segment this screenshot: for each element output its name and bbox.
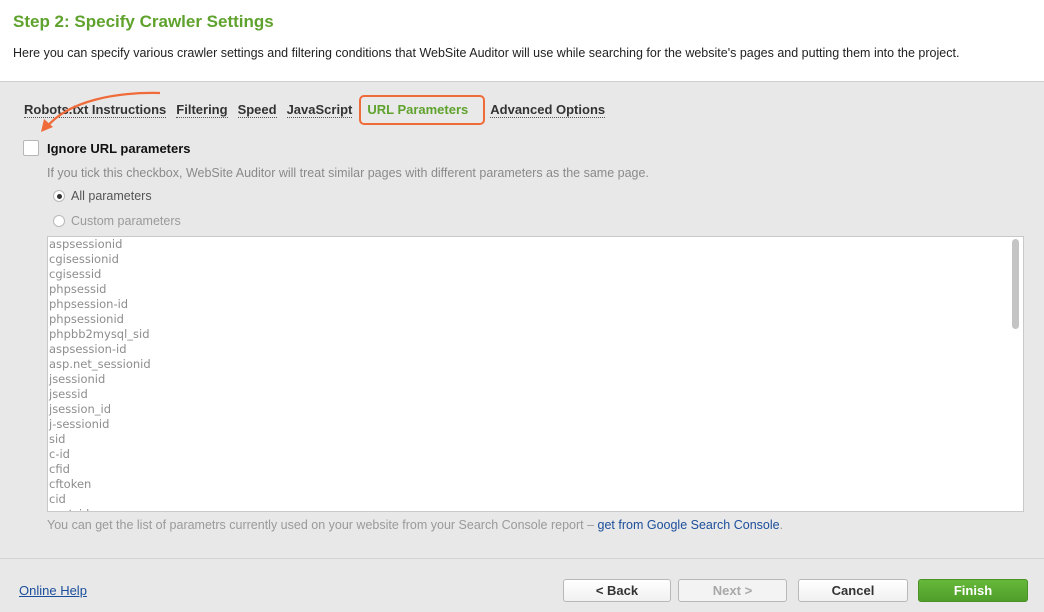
list-item: jsession_id (49, 402, 112, 416)
next-button[interactable]: Next > (678, 579, 787, 602)
google-search-console-link[interactable]: get from Google Search Console (598, 518, 780, 532)
list-item: cfid (49, 462, 70, 476)
radio-dot-icon[interactable] (53, 190, 65, 202)
list-item: phpsessid (49, 282, 107, 296)
scrollbar[interactable] (1009, 237, 1023, 511)
ignore-url-parameters-checkbox[interactable] (23, 140, 39, 156)
radio-all-label: All parameters (71, 189, 152, 203)
online-help-link[interactable]: Online Help (19, 583, 87, 598)
tab-javascript[interactable]: JavaScript (286, 102, 353, 118)
list-item: asp.net_sessionid (49, 357, 151, 371)
cancel-button[interactable]: Cancel (798, 579, 908, 602)
list-item: phpbb2mysql_sid (49, 327, 150, 341)
ignore-hint-text: If you tick this checkbox, WebSite Audit… (47, 166, 649, 180)
tab-speed[interactable]: Speed (237, 102, 277, 118)
ignore-url-parameters-label: Ignore URL parameters (47, 141, 191, 156)
list-item: cgisessionid (49, 252, 119, 266)
radio-dot-icon[interactable] (53, 215, 65, 227)
parameters-textarea[interactable]: aspsessionid cgisessionid cgisessid phpsess… (47, 236, 1024, 512)
list-item: c-id (49, 447, 70, 461)
active-tab-highlight: URL Parameters (359, 95, 486, 125)
list-item: phpsession-id (49, 297, 129, 311)
page-title: Step 2: Specify Crawler Settings (13, 12, 274, 31)
scrollbar-thumb[interactable] (1012, 239, 1019, 329)
note-suffix: . (779, 518, 784, 532)
list-item: cid (49, 492, 66, 506)
list-item: jsessionid (49, 372, 106, 386)
list-item: jsessid (49, 387, 88, 401)
pointer-arrow-icon (41, 91, 161, 132)
radio-custom-label: Custom parameters (71, 214, 181, 228)
list-item: j-sessionid (49, 417, 110, 431)
tab-filtering[interactable]: Filtering (176, 102, 228, 118)
parameter-list: aspsessionid cgisessionid cgisessid phpsess… (49, 237, 151, 511)
page-description: Here you can specify various crawler set… (13, 46, 960, 60)
tab-url-parameters[interactable]: URL Parameters (367, 102, 468, 117)
search-console-note: You can get the list of parametrs curren… (47, 518, 783, 532)
wizard-header: Step 2: Specify Crawler Settings Here yo… (0, 0, 1044, 82)
list-item: phpsessionid (49, 312, 124, 326)
list-item: cust_id (49, 507, 151, 511)
wizard-footer: Online Help < Back Next > Cancel Finish (0, 558, 1044, 612)
back-button[interactable]: < Back (563, 579, 671, 602)
radio-custom-parameters[interactable]: Custom parameters (53, 214, 181, 228)
list-item: aspsession-id (49, 342, 127, 356)
list-item: cftoken (49, 477, 92, 491)
finish-button[interactable]: Finish (918, 579, 1028, 602)
list-item: cgisessid (49, 267, 102, 281)
tab-advanced-options[interactable]: Advanced Options (490, 102, 606, 118)
search-console-note-text: You can get the list of parametrs curren… (47, 518, 595, 532)
list-item: aspsessionid (49, 237, 123, 251)
list-item: sid (49, 432, 66, 446)
radio-all-parameters[interactable]: All parameters (53, 189, 152, 203)
